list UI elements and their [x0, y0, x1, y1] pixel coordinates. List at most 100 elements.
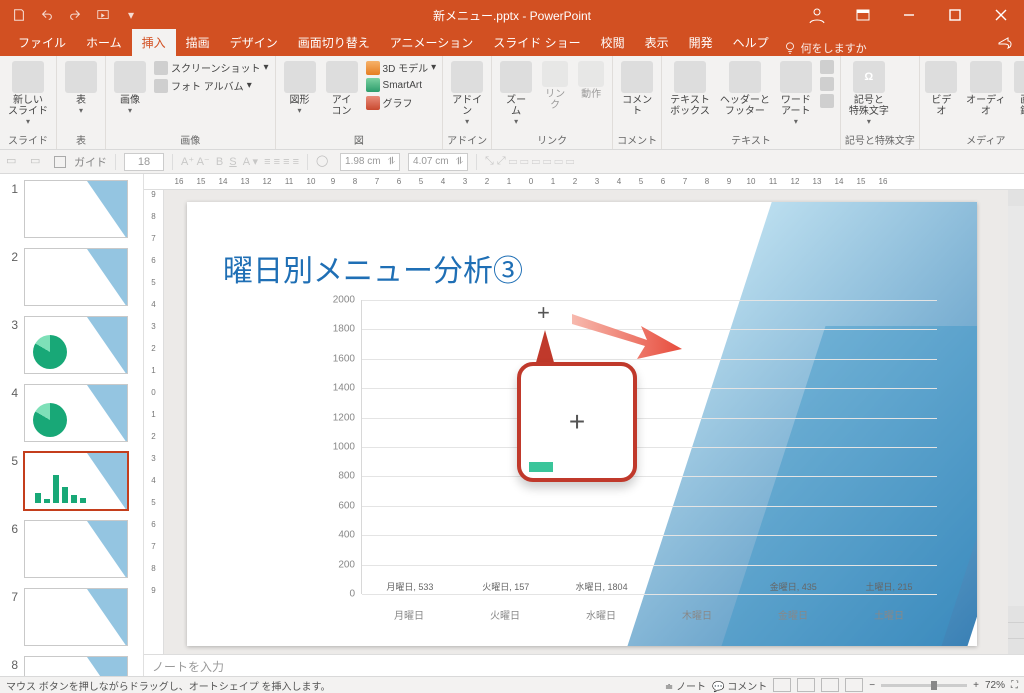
wordart-button[interactable]: ワード アート▾ — [776, 59, 816, 128]
table-button[interactable]: 表▾ — [61, 59, 101, 117]
tab-help[interactable]: ヘルプ — [723, 29, 779, 56]
chart-button[interactable]: グラフ — [364, 94, 439, 111]
zoom-out-button[interactable]: − — [869, 680, 875, 691]
tab-view[interactable]: 表示 — [635, 29, 679, 56]
thumbnail[interactable] — [24, 588, 128, 646]
zoom-in-button[interactable]: + — [973, 680, 979, 691]
undo-icon[interactable] — [36, 4, 58, 26]
shapes-button[interactable]: 図形▾ — [280, 59, 320, 117]
date-time-button[interactable] — [818, 59, 836, 75]
thumbnail[interactable] — [24, 248, 128, 306]
align-left-icon[interactable]: ▭ — [6, 154, 22, 170]
group-text: テキスト ボックス ヘッダーと フッター ワード アート▾ テキスト — [662, 56, 841, 149]
tab-design[interactable]: デザイン — [220, 29, 288, 56]
object-button[interactable] — [818, 93, 836, 109]
reading-view-button[interactable] — [821, 678, 839, 692]
account-icon[interactable] — [794, 0, 840, 30]
align-right-icon[interactable]: ▭ — [30, 154, 46, 170]
equation-button[interactable]: Ω記号と 特殊文字▾ — [845, 59, 893, 128]
pictures-button[interactable]: 画像▾ — [110, 59, 150, 117]
vertical-scrollbar[interactable] — [1008, 190, 1024, 654]
scroll-up-icon[interactable] — [1008, 190, 1024, 206]
close-button[interactable] — [978, 0, 1024, 30]
slide-canvas[interactable]: 曜日別メニュー分析③ 02004006008001000120014001600… — [164, 190, 1008, 654]
tab-slideshow[interactable]: スライド ショー — [483, 29, 590, 56]
thumb-row[interactable]: 4 — [0, 378, 143, 446]
font-size-field[interactable]: 18 — [124, 153, 164, 171]
tab-animations[interactable]: アニメーション — [380, 29, 484, 56]
callout-tail — [535, 330, 555, 366]
tab-review[interactable]: 校閲 — [591, 29, 635, 56]
thumb-row[interactable]: 1 — [0, 174, 143, 242]
notes-pane[interactable]: ノートを入力 — [144, 654, 1024, 676]
shape-width-field[interactable]: 1.98 cm⥮ — [340, 153, 400, 171]
fit-to-window-button[interactable]: ⛶ — [1011, 680, 1018, 691]
maximize-button[interactable] — [932, 0, 978, 30]
screen-recording-button[interactable]: 画面 録画 — [1013, 59, 1024, 119]
thumb-row[interactable]: 6 — [0, 514, 143, 582]
slide-number-button[interactable] — [818, 76, 836, 92]
zoom-slider[interactable] — [881, 684, 967, 687]
prev-slide-icon[interactable] — [1008, 622, 1024, 638]
autosave-icon[interactable] — [8, 4, 30, 26]
thumbnail[interactable] — [24, 656, 128, 676]
textbox-button[interactable]: テキスト ボックス — [666, 59, 714, 119]
tab-developer[interactable]: 開発 — [679, 29, 723, 56]
tab-draw[interactable]: 描画 — [176, 29, 220, 56]
thumb-row[interactable]: 3 — [0, 310, 143, 378]
photo-album-button[interactable]: フォト アルバム ▾ — [152, 77, 271, 94]
shape-bucket-icon[interactable]: ◯ — [316, 154, 332, 170]
share-icon[interactable] — [996, 34, 1014, 55]
start-from-beginning-icon[interactable] — [92, 4, 114, 26]
thumbnail[interactable] — [24, 180, 128, 238]
tab-home[interactable]: ホーム — [76, 29, 132, 56]
tab-file[interactable]: ファイル — [8, 29, 76, 56]
annotation-arrow — [567, 304, 687, 364]
comments-toggle[interactable]: 💬 コメント — [712, 678, 767, 693]
slide-thumbnails[interactable]: 12345678 — [0, 174, 144, 676]
action-button[interactable]: 動作 — [574, 59, 608, 102]
comment-button[interactable]: コメン ト — [617, 59, 657, 119]
notes-toggle[interactable]: ≐ ノート — [665, 678, 706, 693]
tell-me[interactable]: 何をしますか — [783, 40, 867, 56]
smartart-button[interactable]: SmartArt — [364, 77, 439, 93]
3d-models-button[interactable]: 3D モデル ▾ — [364, 59, 439, 76]
tab-transitions[interactable]: 画面切り替え — [288, 29, 380, 56]
video-button[interactable]: ビデオ — [924, 59, 959, 119]
guide-checkbox[interactable] — [54, 156, 66, 168]
normal-view-button[interactable] — [773, 678, 791, 692]
zoom-button[interactable]: ズー ム▾ — [496, 59, 536, 128]
new-slide-button[interactable]: 新しい スライド▾ — [4, 59, 52, 128]
addins-button[interactable]: アドイ ン▾ — [447, 59, 487, 128]
minimize-button[interactable] — [886, 0, 932, 30]
icons-button[interactable]: アイ コン — [322, 59, 362, 119]
redo-icon[interactable] — [64, 4, 86, 26]
qat-more-icon[interactable]: ▾ — [120, 4, 142, 26]
wordart-icon — [780, 61, 812, 93]
screenshot-button[interactable]: スクリーンショット ▾ — [152, 59, 271, 76]
thumbnail[interactable] — [24, 452, 128, 510]
textbox-icon — [674, 61, 706, 93]
ribbon-display-icon[interactable] — [840, 0, 886, 30]
slide: 曜日別メニュー分析③ 02004006008001000120014001600… — [187, 202, 977, 646]
audio-button[interactable]: オーディオ — [961, 59, 1011, 119]
thumbnail[interactable] — [24, 520, 128, 578]
shape-height-field[interactable]: 4.07 cm⥮ — [408, 153, 468, 171]
thumb-row[interactable]: 8 — [0, 650, 143, 676]
link-button[interactable]: リン ク — [538, 59, 572, 113]
thumb-row[interactable]: 7 — [0, 582, 143, 650]
thumb-row[interactable]: 5 — [0, 446, 143, 514]
thumbnail[interactable] — [24, 384, 128, 442]
callout-mini-bar — [529, 462, 553, 472]
scroll-thumb[interactable] — [1008, 206, 1024, 606]
sorter-view-button[interactable] — [797, 678, 815, 692]
header-footer-button[interactable]: ヘッダーと フッター — [716, 59, 774, 119]
thumbnail[interactable] — [24, 316, 128, 374]
slideshow-view-button[interactable] — [845, 678, 863, 692]
next-slide-icon[interactable] — [1008, 638, 1024, 654]
tab-insert[interactable]: 挿入 — [132, 29, 176, 56]
audio-icon — [970, 61, 1002, 93]
scroll-down-icon[interactable] — [1008, 606, 1024, 622]
status-bar: マウス ボタンを押しながらドラッグし、オートシェイプ を挿入します。 ≐ ノート… — [0, 676, 1024, 693]
thumb-row[interactable]: 2 — [0, 242, 143, 310]
